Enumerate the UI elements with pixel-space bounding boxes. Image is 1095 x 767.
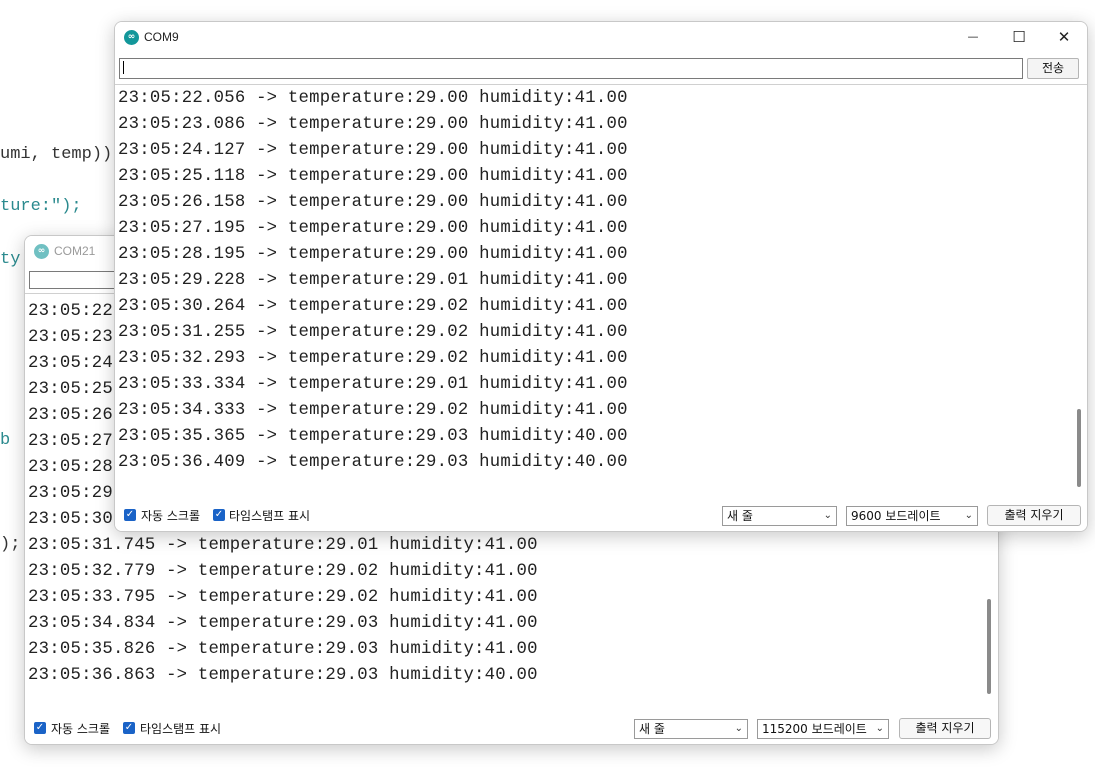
chevron-down-icon: ⌄	[964, 510, 973, 521]
output-line: 23:05:30	[28, 510, 113, 529]
output-line: 23:05:29.228 -> temperature:29.01 humidi…	[118, 271, 628, 290]
output-line: 23:05:27	[28, 432, 113, 451]
timestamp-label: 타임스탬프 표시	[229, 509, 311, 523]
output-line: 23:05:34.834 -> temperature:29.03 humidi…	[28, 614, 538, 633]
send-button[interactable]: 전송	[1027, 58, 1079, 79]
output-line: 23:05:25	[28, 380, 113, 399]
output-line: 23:05:33.334 -> temperature:29.01 humidi…	[118, 375, 628, 394]
output-line: 23:05:26	[28, 406, 113, 425]
baud-rate-value: 115200 보드레이트	[762, 722, 867, 736]
output-line: 23:05:22.	[28, 302, 124, 321]
editor-code-line-1: umi, temp))	[0, 145, 113, 164]
output-line: 23:05:24.127 -> temperature:29.00 humidi…	[118, 141, 628, 160]
status-bar: ✓ 자동 스크롤 ✓ 타임스탬프 표시 새 줄 ⌄ 115200 보드레이트 ⌄…	[25, 713, 998, 744]
output-line: 23:05:28.195 -> temperature:29.00 humidi…	[118, 245, 628, 264]
output-line: 23:05:36.409 -> temperature:29.03 humidi…	[118, 453, 628, 472]
minimize-button[interactable]: —	[950, 22, 996, 52]
scrollbar[interactable]	[987, 599, 991, 694]
output-line: 23:05:22.056 -> temperature:29.00 humidi…	[118, 89, 628, 108]
editor-code-line-2: ture:");	[0, 197, 82, 216]
output-line: 23:05:32.779 -> temperature:29.02 humidi…	[28, 562, 538, 581]
output-line: 23:05:35.365 -> temperature:29.03 humidi…	[118, 427, 628, 446]
output-line: 23:05:23	[28, 328, 113, 347]
line-ending-value: 새 줄	[639, 722, 665, 736]
output-line: 23:05:33.795 -> temperature:29.02 humidi…	[28, 588, 538, 607]
output-line: 23:05:34.333 -> temperature:29.02 humidi…	[118, 401, 628, 420]
timestamp-label: 타임스탬프 표시	[140, 722, 222, 736]
autoscroll-checkbox[interactable]: ✓	[124, 509, 136, 521]
send-row: 전송	[115, 55, 1087, 79]
output-line: 23:05:31.255 -> temperature:29.02 humidi…	[118, 323, 628, 342]
output-line: 23:05:27.195 -> temperature:29.00 humidi…	[118, 219, 628, 238]
arduino-icon: ∞	[34, 244, 49, 259]
chevron-down-icon: ⌄	[734, 723, 743, 734]
output-line: 23:05:24	[28, 354, 113, 373]
titlebar: ∞ COM9 — ☐ ✕	[115, 22, 1087, 52]
serial-output: 23:05:22.056 -> temperature:29.00 humidi…	[115, 84, 1087, 502]
output-line: 23:05:35.826 -> temperature:29.03 humidi…	[28, 640, 538, 659]
text-caret	[123, 61, 124, 74]
output-line: 23:05:26.158 -> temperature:29.00 humidi…	[118, 193, 628, 212]
serial-monitor-com9: ∞ COM9 — ☐ ✕ 전송 23:05:22.056 -> temperat…	[114, 21, 1088, 532]
output-line: 23:05:31.745 -> temperature:29.01 humidi…	[28, 536, 538, 555]
output-line: 23:05:36.863 -> temperature:29.03 humidi…	[28, 666, 538, 685]
baud-rate-value: 9600 보드레이트	[851, 509, 941, 523]
line-ending-select[interactable]: 새 줄 ⌄	[634, 719, 748, 739]
output-line: 23:05:30.264 -> temperature:29.02 humidi…	[118, 297, 628, 316]
output-line: 23:05:28	[28, 458, 113, 477]
clear-output-button[interactable]: 출력 지우기	[987, 505, 1081, 526]
arduino-icon: ∞	[124, 30, 139, 45]
line-ending-value: 새 줄	[727, 509, 753, 523]
timestamp-checkbox[interactable]: ✓	[213, 509, 225, 521]
status-bar: ✓ 자동 스크롤 ✓ 타임스탬프 표시 새 줄 ⌄ 9600 보드레이트 ⌄ 출…	[115, 500, 1087, 531]
clear-output-button[interactable]: 출력 지우기	[899, 718, 991, 739]
maximize-button[interactable]: ☐	[996, 22, 1042, 52]
timestamp-checkbox[interactable]: ✓	[123, 722, 135, 734]
close-button[interactable]: ✕	[1041, 22, 1087, 52]
chevron-down-icon: ⌄	[875, 723, 884, 734]
chevron-down-icon: ⌄	[823, 510, 832, 521]
autoscroll-label: 자동 스크롤	[141, 509, 201, 523]
output-line: 23:05:25.118 -> temperature:29.00 humidi…	[118, 167, 628, 186]
send-input[interactable]	[119, 58, 1023, 79]
window-title: COM21	[54, 244, 96, 258]
output-line: 23:05:23.086 -> temperature:29.00 humidi…	[118, 115, 628, 134]
window-title: COM9	[144, 30, 179, 44]
line-ending-select[interactable]: 새 줄 ⌄	[722, 506, 837, 526]
autoscroll-checkbox[interactable]: ✓	[34, 722, 46, 734]
output-line: 23:05:29	[28, 484, 113, 503]
output-line: 23:05:32.293 -> temperature:29.02 humidi…	[118, 349, 628, 368]
autoscroll-label: 자동 스크롤	[51, 722, 111, 736]
scrollbar[interactable]	[1077, 409, 1081, 487]
baud-rate-select[interactable]: 9600 보드레이트 ⌄	[846, 506, 978, 526]
baud-rate-select[interactable]: 115200 보드레이트 ⌄	[757, 719, 889, 739]
